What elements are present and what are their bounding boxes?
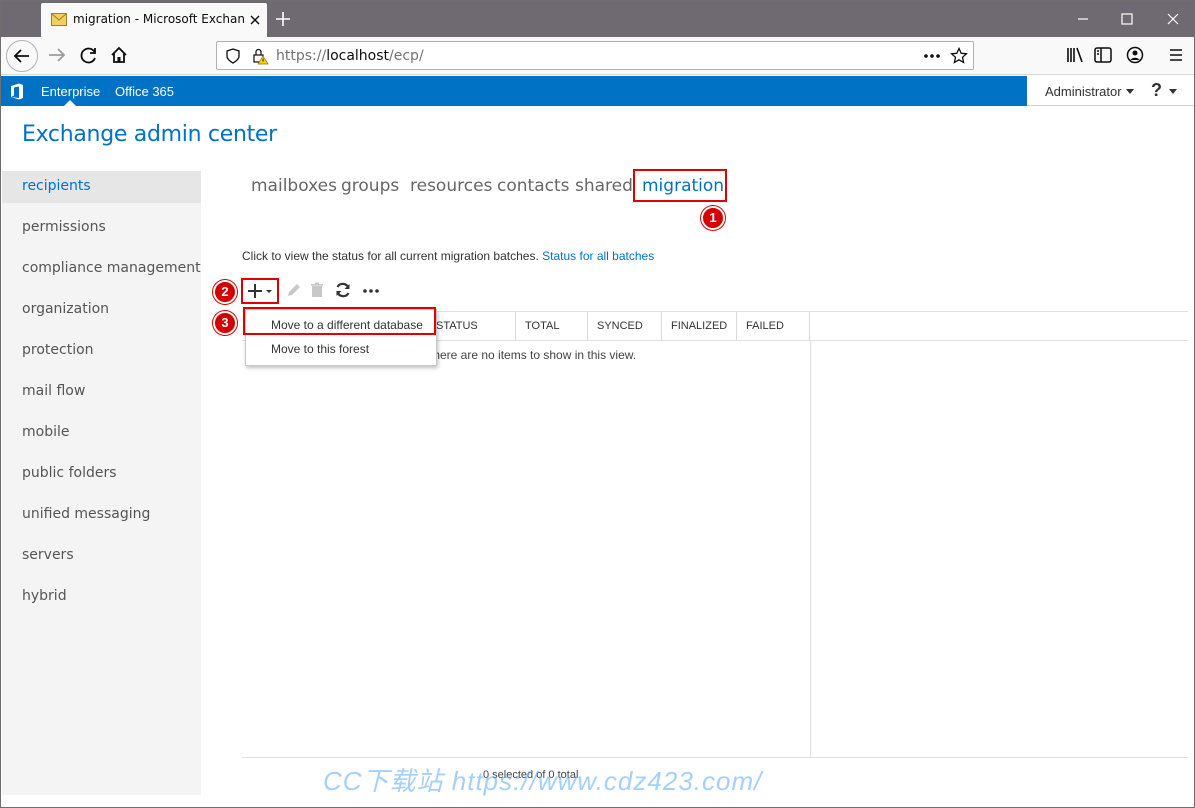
nav-item-public-folders[interactable]: public folders <box>22 465 117 481</box>
title-bar: migration - Microsoft Exchange <box>1 1 1194 37</box>
nav-item-unified-messaging[interactable]: unified messaging <box>22 506 150 522</box>
nav-item-compliance-management[interactable]: compliance management <box>22 260 201 276</box>
url-host: localhost <box>326 48 390 64</box>
status-text: Click to view the status for all current… <box>242 249 539 263</box>
shield-icon[interactable] <box>225 48 241 64</box>
user-area: Administrator ? <box>1027 76 1194 106</box>
url-path: /ecp/ <box>389 48 424 64</box>
details-pane-divider <box>810 341 811 757</box>
browser-window: migration - Microsoft Exchange https://l… <box>0 0 1195 808</box>
envelope-icon <box>51 13 67 26</box>
callout-badge-1: 1 <box>701 206 725 230</box>
forward-icon[interactable] <box>43 41 71 69</box>
nav-item-hybrid[interactable]: hybrid <box>22 588 67 604</box>
nav-item-recipients[interactable]: recipients <box>22 178 91 194</box>
home-icon[interactable] <box>105 41 133 69</box>
tab-title: migration - Microsoft Exchange <box>73 12 245 26</box>
highlight-box-menu-item <box>243 307 436 335</box>
chevron-down-icon[interactable] <box>1126 89 1134 94</box>
tab-contacts[interactable]: contacts <box>497 176 569 196</box>
insecure-lock-icon[interactable] <box>251 47 269 65</box>
maximize-icon[interactable] <box>1117 9 1137 29</box>
delete-icon[interactable] <box>308 281 326 299</box>
column-header-finalized[interactable]: FINALIZED <box>661 312 736 340</box>
star-icon[interactable] <box>950 47 968 65</box>
enterprise-link[interactable]: Enterprise <box>41 84 100 99</box>
watermark: CC下载站 https://www.cdz423.com/ <box>323 766 763 796</box>
suite-bar: Enterprise Office 365 Administrator ? <box>1 76 1194 106</box>
active-indicator <box>64 100 76 106</box>
close-tab-icon[interactable] <box>247 12 263 28</box>
column-header-status[interactable]: STATUS <box>427 312 515 340</box>
status-link[interactable]: Status for all batches <box>542 249 654 263</box>
tab-mailboxes[interactable]: mailboxes <box>251 176 337 196</box>
edit-icon[interactable] <box>285 281 303 299</box>
library-icon[interactable] <box>1061 41 1089 69</box>
footer-divider <box>242 757 1188 758</box>
office365-link[interactable]: Office 365 <box>115 84 174 99</box>
left-nav: recipients permissions compliance manage… <box>2 171 201 795</box>
callout-badge-3: 3 <box>213 311 237 335</box>
tab-groups[interactable]: groups <box>341 176 399 196</box>
nav-item-servers[interactable]: servers <box>22 547 74 563</box>
office-logo-icon[interactable] <box>10 83 24 100</box>
status-line: Click to view the status for all current… <box>242 249 654 263</box>
page-title: Exchange admin center <box>22 122 277 147</box>
menu-item-move-this-forest[interactable]: Move to this forest <box>271 342 369 356</box>
tab-shared[interactable]: shared <box>575 176 633 196</box>
column-header-synced[interactable]: SYNCED <box>587 312 661 340</box>
navigation-bar: https://localhost/ecp/ <box>1 37 1194 75</box>
url-text: https://localhost/ecp/ <box>276 48 424 64</box>
empty-message: There are no items to show in this view. <box>426 348 637 362</box>
close-window-icon[interactable] <box>1163 9 1183 29</box>
more-options-icon[interactable] <box>362 281 380 299</box>
column-header-failed[interactable]: FAILED <box>736 312 810 340</box>
help-button[interactable]: ? <box>1151 80 1162 101</box>
add-dropdown-icon[interactable] <box>247 282 275 300</box>
nav-item-organization[interactable]: organization <box>22 301 109 317</box>
nav-item-mobile[interactable]: mobile <box>22 424 69 440</box>
page-actions-icon[interactable] <box>922 49 942 63</box>
reload-icon[interactable] <box>75 41 103 69</box>
arrow-left-icon <box>13 49 29 63</box>
back-button[interactable] <box>6 40 38 72</box>
chevron-down-icon[interactable] <box>1169 89 1177 94</box>
nav-item-protection[interactable]: protection <box>22 342 94 358</box>
minimize-icon[interactable] <box>1073 9 1093 29</box>
menu-icon[interactable] <box>1162 41 1190 69</box>
account-icon[interactable] <box>1121 41 1149 69</box>
url-scheme: https:// <box>276 48 327 64</box>
browser-tab[interactable]: migration - Microsoft Exchange <box>41 3 267 37</box>
new-tab-icon[interactable] <box>273 9 293 29</box>
column-header-total[interactable]: TOTAL <box>515 312 587 340</box>
url-bar[interactable]: https://localhost/ecp/ <box>216 41 974 70</box>
sidebar-icon[interactable] <box>1089 41 1117 69</box>
nav-item-permissions[interactable]: permissions <box>22 219 106 235</box>
callout-badge-2: 2 <box>213 280 237 304</box>
refresh-icon[interactable] <box>334 281 352 299</box>
tab-resources[interactable]: resources <box>410 176 492 196</box>
highlight-box-migration <box>633 169 727 202</box>
user-menu[interactable]: Administrator <box>1045 84 1122 99</box>
nav-item-mail-flow[interactable]: mail flow <box>22 383 85 399</box>
